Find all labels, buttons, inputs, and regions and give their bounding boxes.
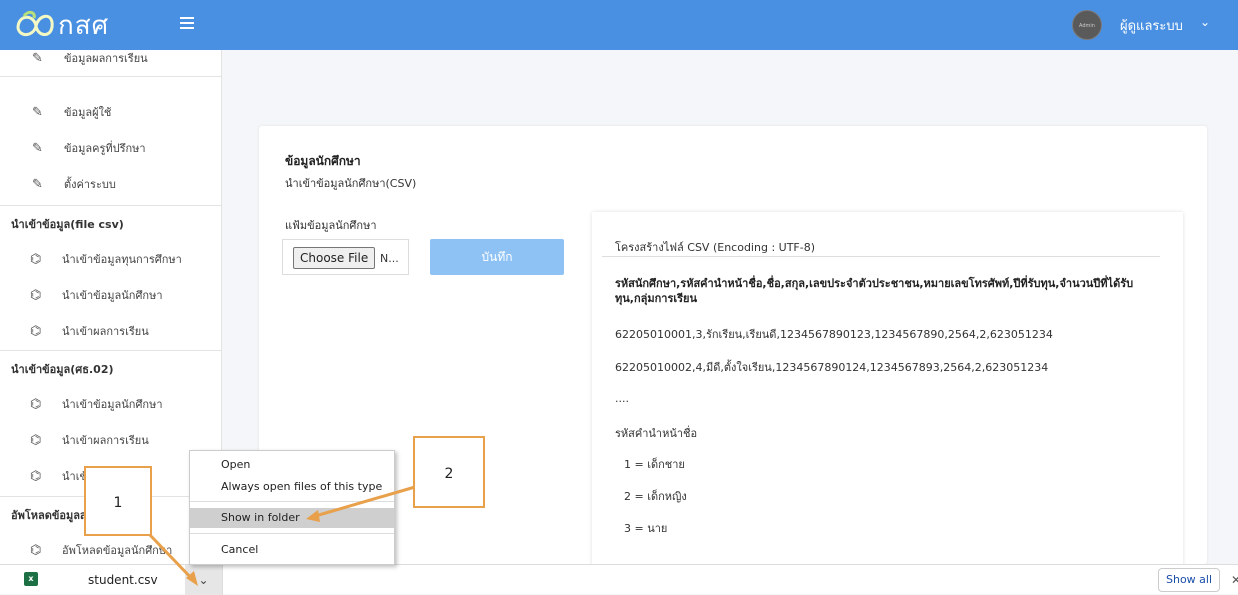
edit-icon: ✎: [32, 50, 43, 66]
sidebar-item-label: นำเข้าข้อมูลนักศึกษา: [62, 398, 163, 411]
callout-1: 1: [84, 466, 152, 536]
menu-divider: [190, 501, 394, 502]
edit-icon: ✎: [32, 140, 43, 156]
show-all-button[interactable]: Show all: [1158, 568, 1220, 592]
sidebar-section-import-csv: นำเข้าข้อมูล(file csv): [0, 205, 221, 241]
chevron-down-icon[interactable]: ⌄: [1200, 15, 1210, 29]
csv-header-line: รหัสนักศึกษา,รหัสคำนำหน้าชื่อ,ชื่อ,สกุล,…: [615, 277, 1134, 305]
sidebar-item-import-students-2[interactable]: ⌬ นำเข้าข้อมูลนักศึกษา: [0, 386, 221, 422]
prefix-code-1: 1 = เด็กชาย: [624, 458, 685, 471]
user-menu-label[interactable]: ผู้ดูแลระบบ: [1120, 15, 1183, 36]
download-context-menu: Open Always open files of this type Show…: [189, 450, 395, 565]
menu-item-always-open[interactable]: Always open files of this type: [190, 477, 394, 497]
sidebar-section-import-sor02: นำเข้าข้อมูล(ศธ.02): [0, 350, 221, 386]
sidebar-divider: [0, 76, 221, 77]
menu-item-open[interactable]: Open: [190, 455, 394, 475]
sidebar-item-label: ข้อมูลผลการเรียน: [64, 52, 148, 65]
sidebar-item-label: นำเข้าข้อมูลนักศึกษา: [62, 289, 163, 302]
sidebar-item-import-scholarship[interactable]: ⌬ นำเข้าข้อมูลทุนการศึกษา: [0, 241, 221, 277]
csv-example-1: 62205010001,3,รักเรียน,เรียนดี,123456789…: [615, 328, 1053, 341]
download-file-name[interactable]: student.csv: [88, 573, 158, 587]
sidebar-item-import-grades[interactable]: ⌬ นำเข้าผลการเรียน: [0, 313, 221, 349]
sidebar-item-label: ข้อมูลครูที่ปรึกษา: [64, 142, 146, 155]
link-icon: ⌬: [30, 468, 42, 484]
choose-file-button[interactable]: Choose File: [293, 247, 376, 269]
link-icon: ⌬: [30, 542, 42, 558]
sidebar-item-settings[interactable]: ✎ ตั้งค่าระบบ: [0, 166, 221, 202]
sidebar-item-grades-info[interactable]: ✎ ข้อมูลผลการเรียน: [0, 50, 221, 76]
file-status: N...: [380, 252, 399, 265]
sidebar-item-label: นำเข้าผลการเรียน: [62, 325, 149, 338]
menu-item-cancel[interactable]: Cancel: [190, 540, 394, 560]
csv-structure-title: โครงสร้างไฟล์ CSV (Encoding : UTF-8): [615, 241, 815, 254]
download-bar: x student.csv ⌄ Show all ✕: [0, 564, 1238, 595]
csv-ellipsis: ....: [615, 392, 629, 405]
sidebar-item-users[interactable]: ✎ ข้อมูลผู้ใช้: [0, 94, 221, 130]
hamburger-icon[interactable]: [180, 14, 194, 34]
sidebar-item-advisors[interactable]: ✎ ข้อมูลครูที่ปรึกษา: [0, 130, 221, 166]
link-icon: ⌬: [30, 287, 42, 303]
sidebar-item-label: ข้อมูลผู้ใช้: [64, 106, 112, 119]
sidebar-item-label: อัพโหลดข้อมูลนักศึกษา: [62, 544, 173, 557]
csv-structure-panel: โครงสร้างไฟล์ CSV (Encoding : UTF-8) รหั…: [592, 212, 1183, 564]
logo-mark-icon: [16, 10, 54, 36]
top-bar: กสศ Admin ผู้ดูแลระบบ ⌄: [0, 0, 1238, 50]
prefix-code-title: รหัสคำนำหน้าชื่อ: [615, 427, 698, 440]
divider: [602, 256, 1160, 257]
sidebar-item-label: นำเข้าผลการเรียน: [62, 434, 149, 447]
avatar[interactable]: Admin: [1072, 10, 1102, 40]
callout-2: 2: [413, 436, 485, 508]
divider: [222, 565, 223, 595]
logo-text: กสศ: [58, 10, 110, 41]
logo[interactable]: กสศ: [14, 6, 109, 44]
edit-icon: ✎: [32, 104, 43, 120]
save-button[interactable]: บันทึก: [430, 239, 564, 275]
sidebar-item-label: นำเข้าข้อมูลทุนการศึกษา: [62, 253, 182, 266]
link-icon: ⌬: [30, 251, 42, 267]
menu-item-show-in-folder[interactable]: Show in folder: [190, 508, 394, 528]
link-icon: ⌬: [30, 323, 42, 339]
import-card: ข้อมูลนักศึกษา นำเข้าข้อมูลนักศึกษา(CSV)…: [259, 126, 1207, 564]
link-icon: ⌬: [30, 432, 42, 448]
sidebar-item-label: ตั้งค่าระบบ: [64, 178, 116, 191]
file-input[interactable]: Choose File N...: [282, 239, 409, 275]
link-icon: ⌬: [30, 396, 42, 412]
file-field-label: แฟ้มข้อมูลนักศึกษา: [285, 219, 377, 232]
prefix-code-2: 2 = เด็กหญิง: [624, 490, 687, 503]
sidebar-item-import-students[interactable]: ⌬ นำเข้าข้อมูลนักศึกษา: [0, 277, 221, 313]
page-title: ข้อมูลนักศึกษา: [285, 154, 361, 168]
prefix-code-3: 3 = นาย: [624, 522, 668, 535]
edit-icon: ✎: [32, 176, 43, 192]
csv-example-2: 62205010002,4,มีดี,ตั้งใจเรียน,123456789…: [615, 361, 1049, 374]
page-subtitle: นำเข้าข้อมูลนักศึกษา(CSV): [285, 177, 417, 190]
close-icon[interactable]: ✕: [1231, 573, 1238, 587]
menu-divider: [190, 533, 394, 534]
excel-file-icon: x: [24, 572, 38, 586]
chevron-down-icon[interactable]: ⌄: [185, 565, 222, 595]
